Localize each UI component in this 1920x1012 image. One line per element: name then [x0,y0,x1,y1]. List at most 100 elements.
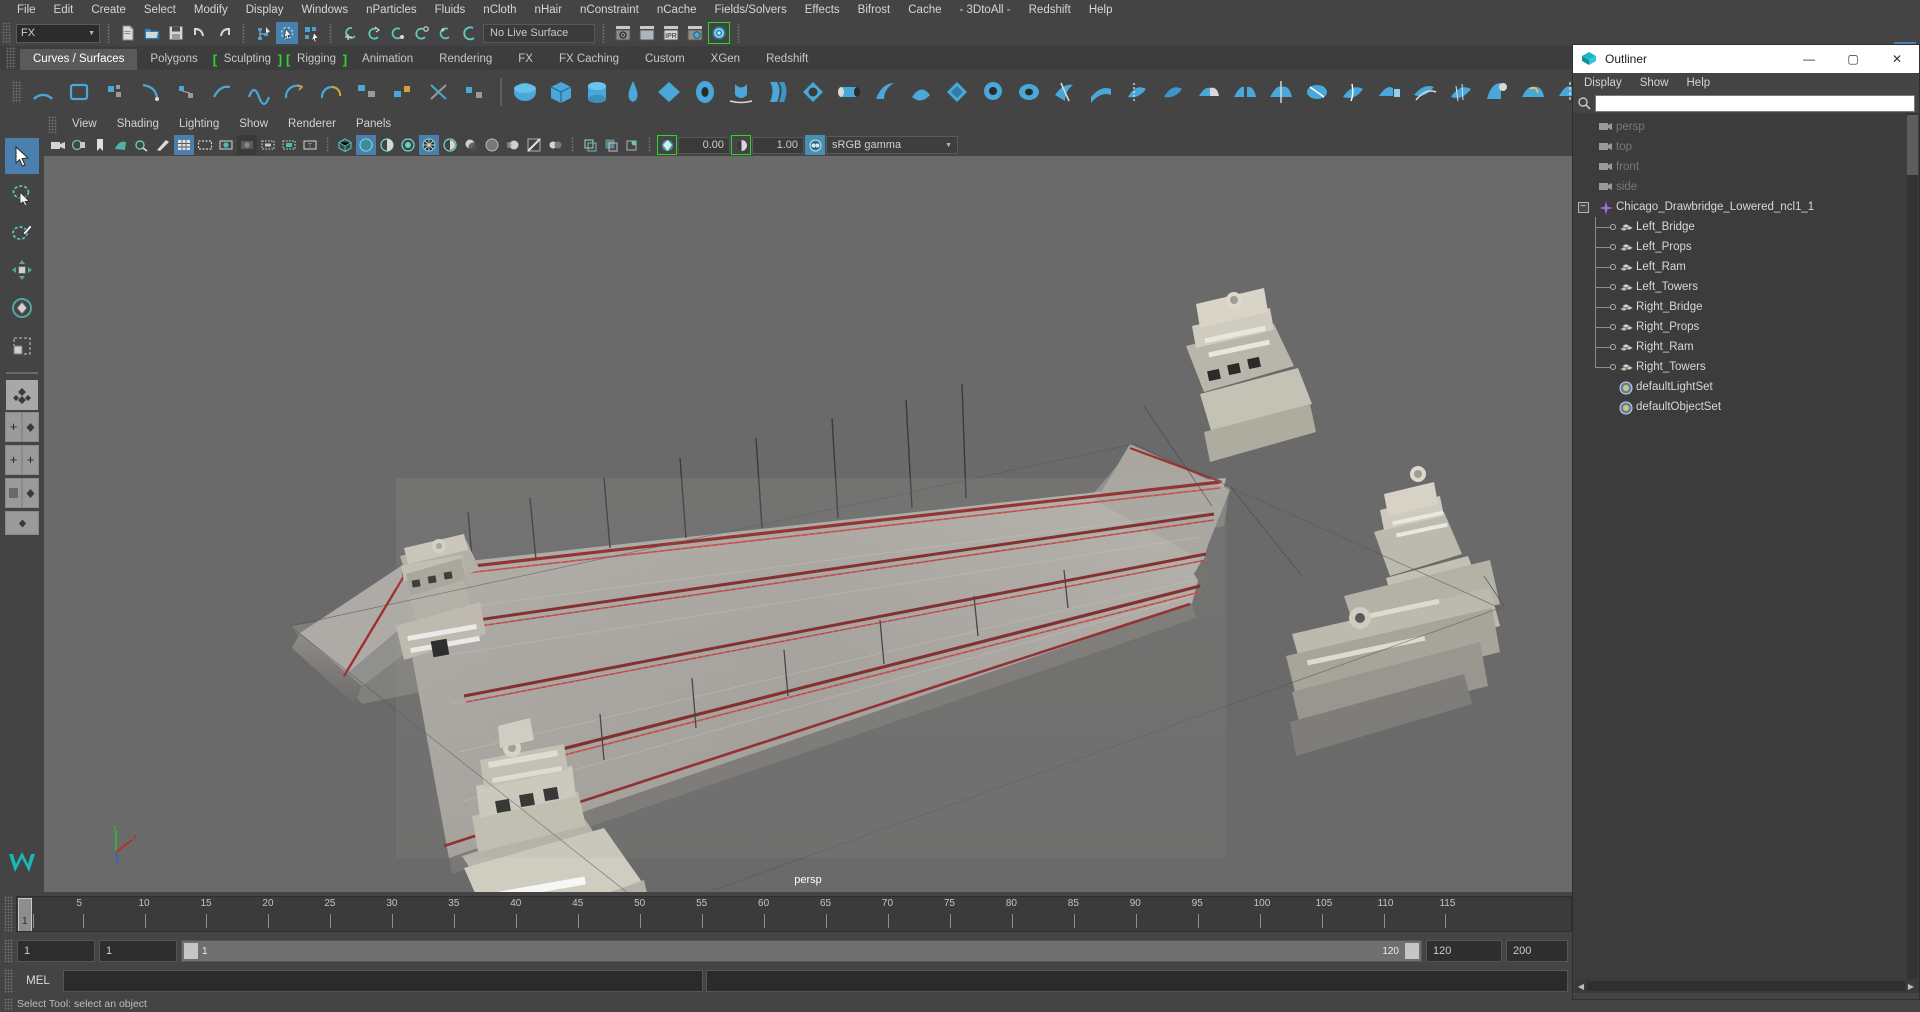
snap-to-view-plane-icon[interactable] [435,22,457,44]
safe-action-icon[interactable] [279,135,299,155]
new-scene-icon[interactable] [117,22,139,44]
smooth-shade-all-icon[interactable] [356,135,376,155]
depth-of-field-icon[interactable] [545,135,565,155]
menu-ncloth[interactable]: nCloth [474,1,525,19]
nurbs-align-surfaces-icon[interactable] [1264,75,1298,109]
outliner-horizontal-scrollbar[interactable]: ◀ ▶ [1573,979,1919,993]
two-d-pan-zoom-icon[interactable] [132,135,152,155]
command-input[interactable] [63,970,703,992]
menu-display[interactable]: Display [237,1,293,19]
nurbs-revolve-icon[interactable] [724,75,758,109]
outliner-title-bar[interactable]: Outliner — ▢ ✕ [1573,45,1919,73]
outliner-item-persp[interactable]: persp [1573,117,1919,137]
nurbs-surface-fillet-icon[interactable] [1516,75,1550,109]
menu-select[interactable]: Select [135,1,185,19]
screen-space-ao-icon[interactable] [482,135,502,155]
gamma-icon[interactable] [731,135,751,155]
shelf-grip[interactable] [6,47,16,69]
command-line-grip[interactable] [4,969,13,993]
layout-cell[interactable] [22,478,39,508]
range-start-handle[interactable] [184,943,198,959]
ipr-render-icon[interactable]: IPR [660,22,682,44]
menu-windows[interactable]: Windows [292,1,357,19]
film-gate-icon[interactable] [195,135,215,155]
nurbs-curve-ep-icon[interactable] [134,75,168,109]
persp-graph-layout[interactable] [5,478,39,508]
nurbs-detach-curve-icon[interactable] [350,75,384,109]
single-perspective-layout[interactable] [6,380,38,410]
nurbs-bevel-plus-icon[interactable] [1012,75,1046,109]
layout-cell[interactable]: + [5,412,22,442]
snap-to-curve-icon[interactable] [363,22,385,44]
shelf-tab-polygons[interactable]: Polygons [137,49,211,70]
gate-mask-icon[interactable] [237,135,257,155]
exposure-icon[interactable] [657,135,677,155]
undo-icon[interactable] [189,22,211,44]
nurbs-cube-icon[interactable] [544,75,578,109]
nurbs-detach-surfaces-icon[interactable] [1228,75,1262,109]
snap-to-grid-icon[interactable] [339,22,361,44]
nurbs-extend-surface-icon[interactable] [1372,75,1406,109]
nurbs-planar-icon[interactable] [796,75,830,109]
viewport-menu-show[interactable]: Show [229,116,278,132]
shelf-tab-animation[interactable]: Animation [349,49,427,70]
menu-nparticles[interactable]: nParticles [357,1,426,19]
menu-effects[interactable]: Effects [796,1,849,19]
viewport-menu-renderer[interactable]: Renderer [278,116,346,132]
select-by-hierarchy-icon[interactable] [252,22,274,44]
nurbs-intersect-surfaces-icon[interactable] [1048,75,1082,109]
current-time-indicator[interactable]: 1 [18,898,32,931]
shelf-tab-xgen[interactable]: XGen [697,49,754,70]
outliner-persp-layout[interactable] [5,511,39,535]
viewport-menu-lighting[interactable]: Lighting [169,116,229,132]
move-tool[interactable] [5,252,39,288]
select-by-component-icon[interactable] [300,22,322,44]
menu-redshift[interactable]: Redshift [1020,1,1080,19]
nurbs-birail-icon[interactable] [868,75,902,109]
nurbs-cone-icon[interactable] [616,75,650,109]
script-language-label[interactable]: MEL [16,970,60,992]
nurbs-attach-surfaces-icon[interactable] [1192,75,1226,109]
time-slider[interactable]: 1 5 10 15 20 25 30 35 40 45 50 55 60 65 70 75 80 85 90 95 1… [16,896,1572,932]
nurbs-open-close-surfaces-icon[interactable] [1300,75,1334,109]
range-slider-grip[interactable] [4,939,13,963]
nurbs-arc-icon[interactable] [26,75,60,109]
outliner-item-side[interactable]: side [1573,177,1919,197]
persp-outliner-layout[interactable]: + + [5,445,39,475]
nurbs-cut-curve-icon[interactable] [422,75,456,109]
smooth-shade-selected-icon[interactable] [377,135,397,155]
menu-fields-solvers[interactable]: Fields/Solvers [705,1,795,19]
motion-blur-icon[interactable] [503,135,523,155]
shelf-row-grip[interactable] [12,80,22,103]
menu-bifrost[interactable]: Bifrost [849,1,900,19]
four-view-layout[interactable]: + [5,412,39,442]
nurbs-bevel-icon[interactable] [976,75,1010,109]
outliner-item-right-bridge[interactable]: Right_Bridge [1573,297,1919,317]
nurbs-round-tool-icon[interactable] [1480,75,1514,109]
viewport-3d-canvas[interactable]: y x z persp [44,156,1572,892]
layout-cell[interactable]: + [5,445,22,475]
outliner-item-left-towers[interactable]: Left_Towers [1573,277,1919,297]
menu-nconstraint[interactable]: nConstraint [571,1,648,19]
nurbs-text-icon[interactable] [98,75,132,109]
textured-icon[interactable] [419,135,439,155]
outliner-item-front[interactable]: front [1573,157,1919,177]
outliner-item-chicago-drawbridge-lowered-ncl1-1[interactable]: − Chicago_Drawbridge_Lowered_ncl1_1 [1573,197,1919,217]
shelf-tab-rigging[interactable]: [] Rigging [284,49,350,70]
time-slider-grip[interactable] [4,896,13,932]
shelf-tab-fx[interactable]: FX [505,49,546,70]
scrollbar-track[interactable] [1587,981,1905,991]
nurbs-boundary-icon[interactable] [904,75,938,109]
lasso-select-tool[interactable] [5,176,39,212]
grease-pencil-icon[interactable] [153,135,173,155]
snap-to-point-icon[interactable] [387,22,409,44]
outliner-item-top[interactable]: top [1573,137,1919,157]
outliner-menu-display[interactable]: Display [1575,75,1631,91]
flat-shade-icon[interactable] [398,135,418,155]
nurbs-three-point-arc-icon[interactable] [278,75,312,109]
render-view-icon[interactable] [612,22,634,44]
nurbs-extrude-icon[interactable] [832,75,866,109]
multisample-aa-icon[interactable] [524,135,544,155]
rotate-tool[interactable] [5,290,39,326]
outliner-item-left-props[interactable]: Left_Props [1573,237,1919,257]
